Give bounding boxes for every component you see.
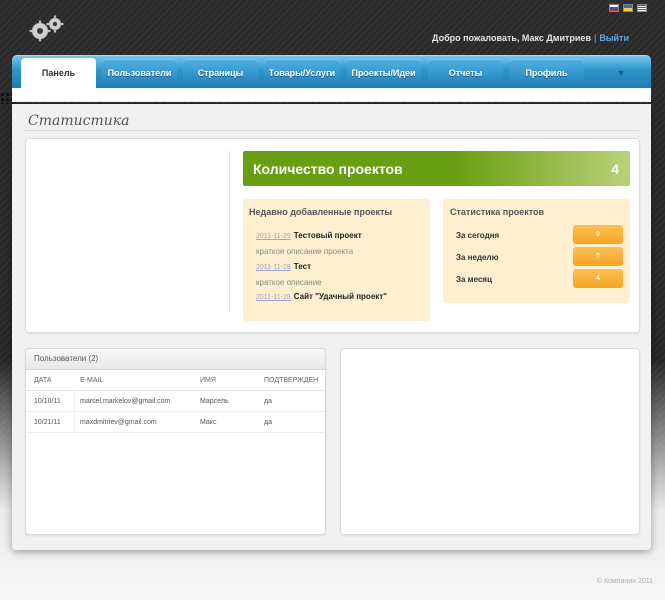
tab-projects[interactable]: Проекты/Идеи	[346, 59, 421, 86]
tab-users[interactable]: Пользователи	[102, 59, 177, 86]
table-row-rule	[26, 432, 325, 433]
copyright-text: © Компания 2011	[596, 578, 653, 585]
stat-month-label: За месяц	[456, 275, 492, 284]
welcome-bar: Добро пожаловать, Макс Дмитриев | Выйти	[432, 33, 629, 43]
tab-reports[interactable]: Отчеты	[428, 59, 503, 86]
stat-today-value: 0	[573, 225, 623, 244]
user-email[interactable]: marsel.markelov@gmail.com	[80, 398, 170, 405]
empty-widget-card	[340, 348, 640, 535]
projects-count-label: Количество проектов	[253, 160, 403, 177]
stat-today-label: За сегодня	[456, 231, 500, 240]
flag-ua-icon[interactable]	[623, 4, 633, 12]
flag-us-icon[interactable]	[637, 4, 647, 12]
recent-projects-title: Недавно добавленные проекты	[249, 207, 393, 217]
nav-under-strip	[12, 88, 651, 102]
user-confirmed: да	[264, 398, 272, 405]
title-divider	[24, 130, 639, 131]
projects-count-bar: Количество проектов 4	[243, 151, 630, 186]
column-header-date[interactable]: Дата	[34, 377, 52, 384]
user-name: Марсель	[200, 398, 229, 405]
tab-pages[interactable]: Страницы	[183, 59, 258, 86]
recent-project-date: 2011-11-28	[256, 294, 291, 301]
recent-project-name[interactable]: Сайт "Удачный проект"	[294, 292, 387, 301]
tab-products[interactable]: Товары/Услуги	[264, 59, 340, 86]
tab-panel[interactable]: Панель	[21, 58, 96, 88]
page-title: Статистика	[28, 113, 130, 129]
stat-month-value: 4	[573, 269, 623, 288]
user-email[interactable]: maxdmitriev@gmail.com	[80, 419, 157, 426]
recent-projects-box	[243, 199, 430, 321]
user-name: Макс	[200, 419, 217, 426]
flag-ru-icon[interactable]	[609, 4, 619, 12]
recent-project-name[interactable]: Тестовый проект	[294, 231, 362, 240]
column-header-name[interactable]: Имя	[200, 377, 216, 384]
user-confirmed: да	[264, 419, 272, 426]
recent-project-description: краткое описание проекта	[256, 247, 354, 256]
gears-logo-icon[interactable]	[26, 14, 70, 42]
users-title: Пользователи (2)	[34, 354, 99, 363]
recent-project-item[interactable]: 2011-11-28 Сайт "Удачный проект"	[256, 292, 387, 301]
recent-project-description: краткое описание	[256, 278, 322, 287]
language-flags	[609, 4, 647, 12]
user-date: 10/10/11	[34, 398, 61, 405]
logout-link[interactable]: Выйти	[599, 33, 629, 43]
stat-week-value: 0	[573, 247, 623, 266]
column-header-confirmed[interactable]: Подтвержден	[264, 377, 318, 384]
table-header-rule	[26, 390, 325, 391]
welcome-separator: |	[593, 33, 597, 43]
welcome-text: Добро пожаловать, Макс Дмитриев	[432, 33, 591, 43]
project-stats-title: Статистика проектов	[450, 207, 545, 217]
table-row-rule	[26, 411, 325, 412]
chevron-down-icon[interactable]: ▼	[614, 66, 628, 80]
stat-week-label: За неделю	[456, 253, 499, 262]
recent-project-item[interactable]: 2011-11-29 Тестовый проект	[256, 231, 362, 240]
recent-project-date: 2011-11-29	[256, 233, 291, 240]
projects-count-value: 4	[611, 160, 619, 177]
tab-profile[interactable]: Профиль	[509, 59, 584, 86]
column-header-email[interactable]: E-mail	[80, 377, 103, 384]
recent-project-name[interactable]: Тест	[294, 262, 311, 271]
user-date: 10/21/11	[34, 419, 61, 426]
recent-project-item[interactable]: 2011-11-28 Тест	[256, 262, 311, 271]
recent-project-date: 2011-11-28	[256, 264, 291, 271]
stats-card-divider	[229, 151, 230, 311]
